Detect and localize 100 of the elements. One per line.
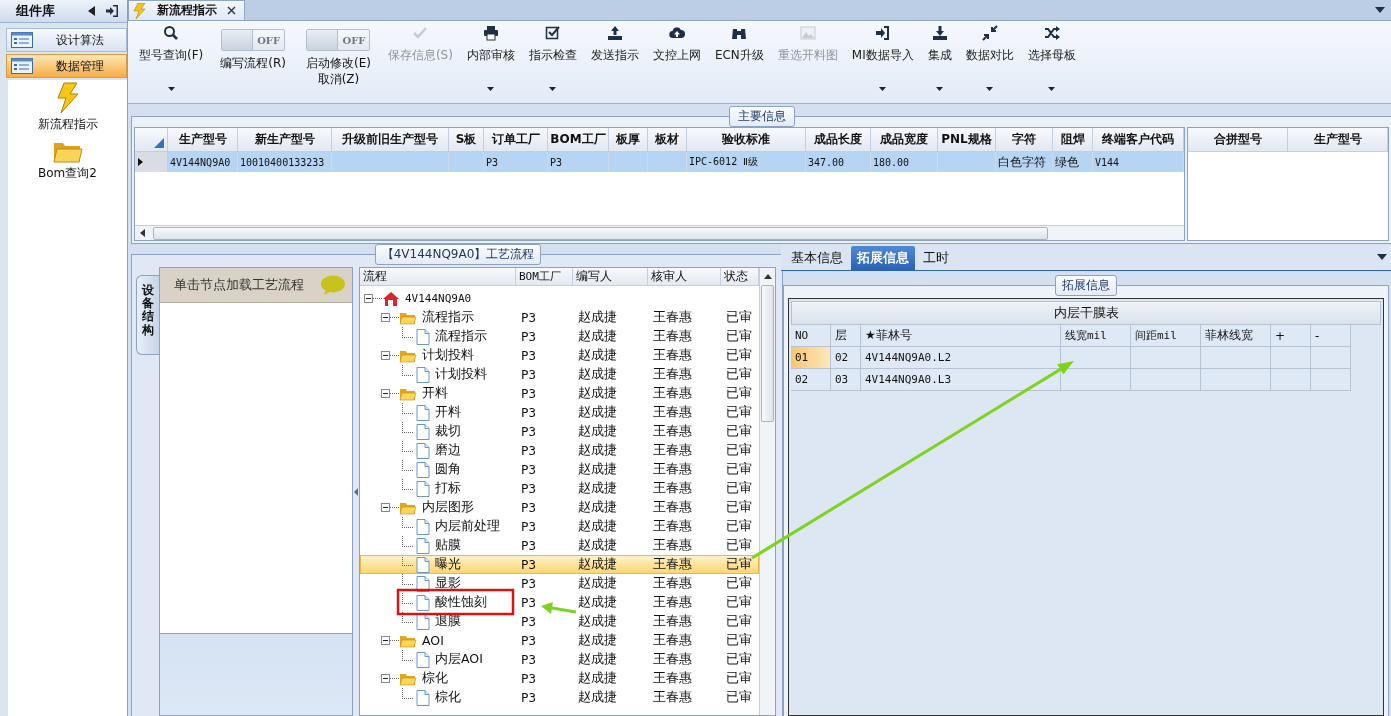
column-header[interactable]: 合拼型号 [1188,128,1288,152]
tree-row[interactable]: 棕化 P3 赵成捷 王春惠 已审 [360,688,759,707]
collapse-icon[interactable] [364,294,373,303]
tree-row[interactable]: 棕化 P3 赵成捷 王春惠 已审 [360,669,759,688]
splitter-arrow-icon[interactable] [354,487,358,496]
column-header[interactable]: 板厚 [609,128,648,152]
tree-row[interactable]: 计划投料 P3 赵成捷 王春惠 已审 [360,346,759,365]
sidebar-item[interactable]: 数据管理 [6,54,127,78]
column-header[interactable]: + [1271,325,1311,347]
collapse-icon[interactable] [381,503,390,512]
table-cell: 赵成捷 [578,328,617,343]
toolbar-button[interactable]: 选择母板 [1022,21,1081,99]
column-header[interactable]: 状态 [721,268,759,286]
tree-row[interactable]: 内层前处理 P3 赵成捷 王春惠 已审 [360,517,759,536]
table-cell: 赵成捷 [578,423,617,438]
tree-node-label: 4V144NQ9A0 [405,292,472,305]
table-cell: 王春惠 [653,385,692,400]
column-header[interactable]: S板 [449,128,484,152]
toolbar-button[interactable]: 集成 [922,21,957,99]
toolbar-button[interactable]: ECN升级 [709,21,769,99]
tree-row[interactable]: 流程指示 P3 赵成捷 王春惠 已审 [360,308,759,327]
close-icon[interactable] [227,6,236,15]
toggle-switch[interactable]: OFF [221,29,286,51]
horizontal-scrollbar[interactable] [135,225,1184,240]
table-cell: 已审 [726,366,752,381]
tab[interactable]: 工时 [917,246,955,270]
column-header[interactable]: 流程 [360,268,516,286]
caret-icon[interactable] [1377,254,1387,260]
column-header[interactable]: 间距mil [1131,325,1201,347]
tab[interactable]: 拓展信息 [851,246,915,270]
row-header[interactable]: 02 [791,369,831,391]
column-header[interactable]: 成品宽度 [871,128,938,152]
tree-row[interactable]: 流程指示 P3 赵成捷 王春惠 已审 [360,327,759,346]
column-header[interactable]: 层 [831,325,861,347]
column-header[interactable]: 新生产型号 [238,128,332,152]
tree-row[interactable]: 开料 P3 赵成捷 王春惠 已审 [360,384,759,403]
tree-row[interactable]: 退膜 P3 赵成捷 王春惠 已审 [360,612,759,631]
toolbar-button[interactable]: 指示检查 [523,21,582,99]
column-header[interactable]: BOM工厂 [516,268,573,286]
collapse-icon[interactable] [381,351,390,360]
table-cell: P3 [548,152,609,172]
column-header[interactable]: 字符 [996,128,1053,152]
table-cell: 已审 [726,442,752,457]
sidebar-item[interactable]: 设计算法 [6,28,127,52]
column-header[interactable]: 订单工厂 [484,128,548,152]
collapse-icon[interactable] [381,389,390,398]
column-header[interactable]: - [1311,325,1351,347]
toolbar-button[interactable]: MI数据导入 [846,21,919,99]
toggle-switch[interactable]: OFF [306,29,371,51]
row-header[interactable]: 01 [791,347,831,369]
tree-row[interactable]: 裁切 P3 赵成捷 王春惠 已审 [360,422,759,441]
caret-left-icon[interactable] [88,6,95,16]
column-header[interactable]: 成品长度 [806,128,871,152]
column-header[interactable]: 核审人 [648,268,721,286]
toolbar-button[interactable]: 型号查询(F) [134,21,209,99]
tree-row[interactable]: 显影 P3 赵成捷 王春惠 已审 [360,574,759,593]
tree-row[interactable]: 磨边 P3 赵成捷 王春惠 已审 [360,441,759,460]
collapse-icon[interactable] [381,674,390,683]
column-header[interactable]: PNL规格 [938,128,996,152]
tree-row[interactable]: 开料 P3 赵成捷 王春惠 已审 [360,403,759,422]
sign-in-icon[interactable] [105,4,119,18]
column-header[interactable]: 生产型号 [1288,128,1388,152]
tree-row[interactable]: 4V144NQ9A0 [360,289,759,308]
tree-row[interactable]: 打标 P3 赵成捷 王春惠 已审 [360,479,759,498]
column-header[interactable]: BOM工厂 [548,128,609,152]
vertical-tab[interactable]: 设备结构 [136,275,159,355]
tab[interactable]: 基本信息 [785,246,849,270]
tree-row[interactable]: 酸性蚀刻 P3 赵成捷 王春惠 已审 [360,593,759,612]
tree-row[interactable]: AOI P3 赵成捷 王春惠 已审 [360,631,759,650]
column-header[interactable]: 编写人 [573,268,648,286]
tree-row[interactable]: 计划投料 P3 赵成捷 王春惠 已审 [360,365,759,384]
tree-row[interactable]: 圆角 P3 赵成捷 王春惠 已审 [360,460,759,479]
column-header[interactable]: NO [791,325,831,347]
column-header[interactable]: 阻焊 [1053,128,1093,152]
column-header[interactable]: 验收标准 [687,128,806,152]
document-tab[interactable]: 新流程指示 [128,0,245,20]
table-cell: V144 [1093,152,1184,172]
lightning-icon[interactable] [54,82,81,114]
tree-row[interactable]: 贴膜 P3 赵成捷 王春惠 已审 [360,536,759,555]
shortcut-label[interactable]: 新流程指示 [37,116,98,133]
column-header[interactable]: 线宽mil [1061,325,1131,347]
toolbar-button[interactable]: 内部审核 [461,21,520,99]
column-header[interactable]: 升级前旧生产型号 [332,128,449,152]
tree-row[interactable]: 内层AOI P3 赵成捷 王春惠 已审 [360,650,759,669]
column-header[interactable]: 生产型号 [168,128,238,152]
caret-icon[interactable] [1375,7,1385,13]
column-header[interactable]: 菲林线宽 [1201,325,1271,347]
column-header[interactable]: 板材 [648,128,687,152]
collapse-icon[interactable] [381,313,390,322]
toolbar-button[interactable]: 文控上网 [647,21,706,99]
vertical-scrollbar[interactable] [759,268,775,715]
collapse-icon[interactable] [381,636,390,645]
table-row[interactable]: 4V144NQ9A0 10010400133233 P3 P3 IPC-6012 Ⅱ级 347.00 180.00 白色字符 绿色 V144 [135,152,1184,172]
toolbar-button[interactable]: 数据对比 [960,21,1019,99]
tree-row[interactable]: 内层图形 P3 赵成捷 王春惠 已审 [360,498,759,517]
column-header[interactable]: 终端客户代码 [1093,128,1184,152]
toolbar-button[interactable]: 发送指示 [585,21,644,99]
column-header[interactable]: ★菲林号 [861,325,1061,347]
shortcut-label[interactable]: Bom查询2 [38,165,97,182]
tree-row[interactable]: 曝光 P3 赵成捷 王春惠 已审 [360,555,759,574]
